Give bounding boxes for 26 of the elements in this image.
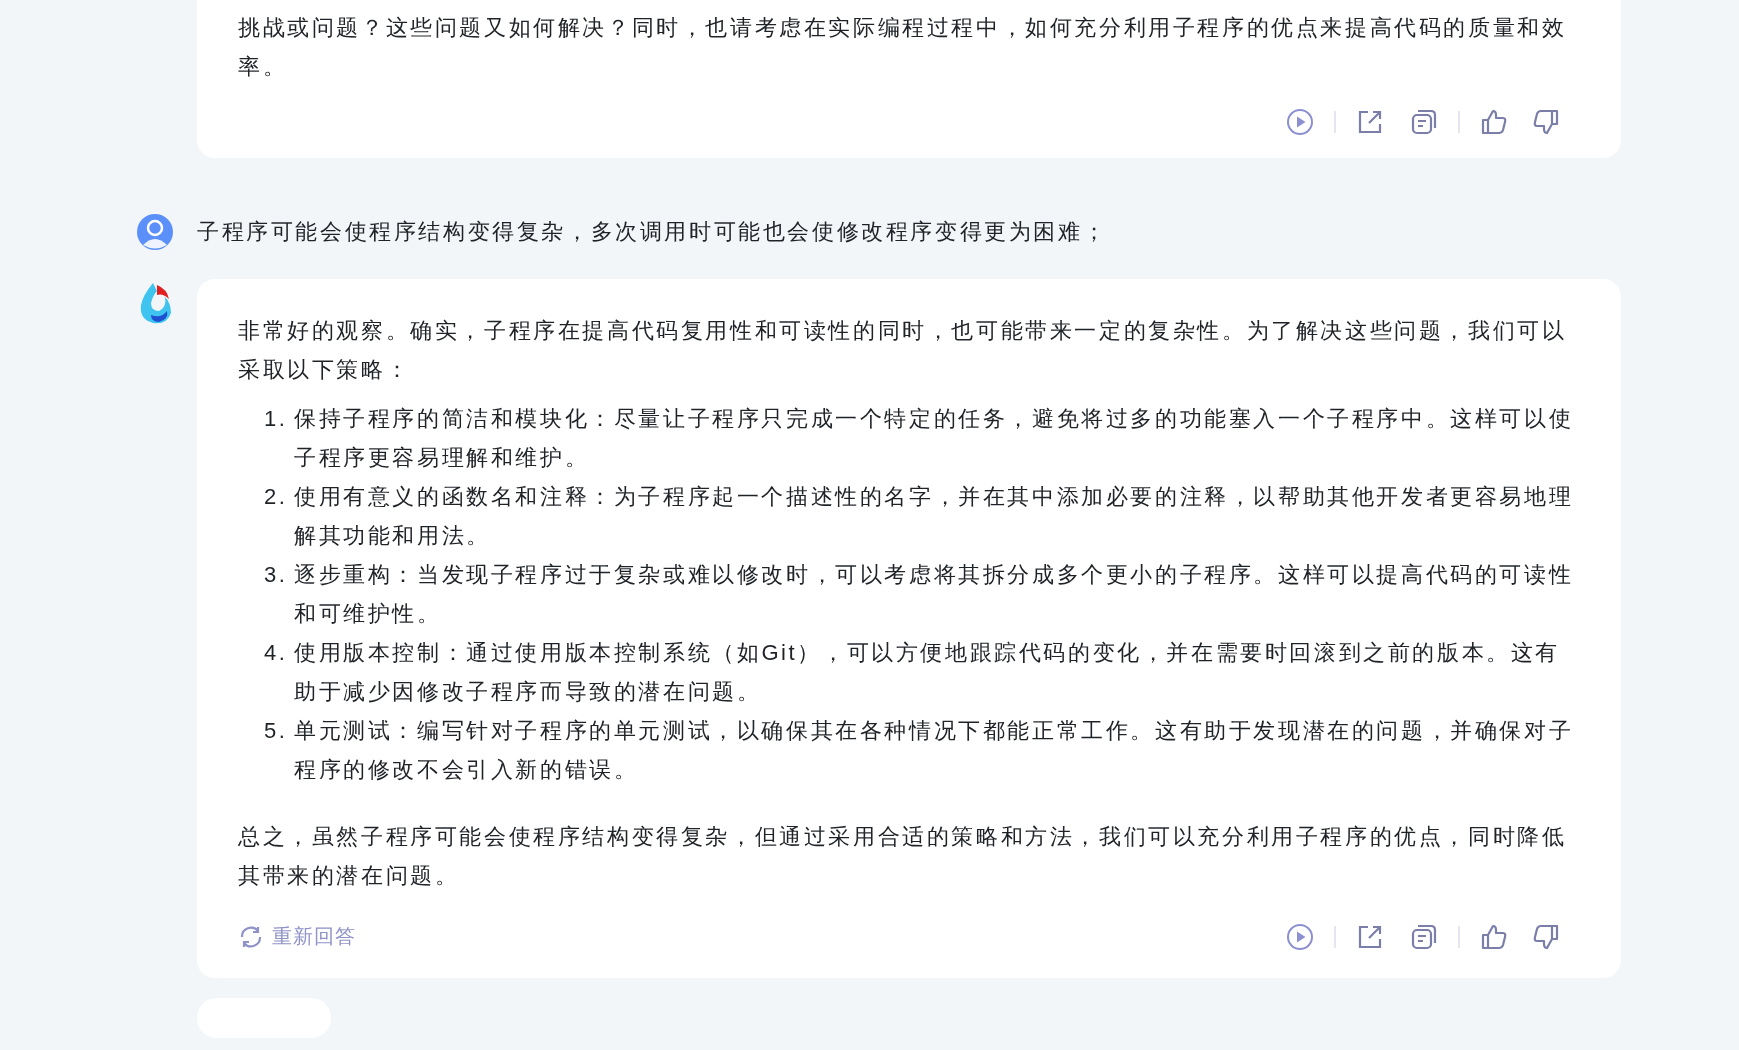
answer-paragraph: 挑战或问题？这些问题又如何解决？同时，也请考虑在实际编程过程中，如何充分利用子程序的优点来提高代码的质量和效率。: [238, 14, 1568, 81]
answer-paragraph: 总之，虽然子程序可能会使程序结构变得复杂，但通过采用合适的策略和方法，我们可以充分利用子程序的优点，同时降低其带来的潜在问题。: [238, 823, 1568, 890]
thumbs-down-icon[interactable]: [1532, 922, 1560, 951]
thumbs-up-icon[interactable]: [1480, 108, 1508, 136]
copy-icon[interactable]: [1410, 922, 1438, 951]
copy-icon[interactable]: [1410, 108, 1438, 136]
answer-paragraph: 非常好的观察。确实，子程序在提高代码复用性和可读性的同时，也可能带来一定的复杂性。为了解决这些问题，我们可以采取以下策略：: [238, 317, 1568, 384]
list-number: 3.: [264, 561, 289, 589]
play-icon[interactable]: [1286, 108, 1314, 136]
list-number: 5.: [264, 717, 289, 745]
refresh-icon: [238, 923, 264, 950]
list-item-text: 单元测试：编写针对子程序的单元测试，以确保其在各种情况下都能正常工作。这有助于发现潜在的问题，并确保对子程序的修改不会引入新的错误。: [294, 717, 1575, 784]
play-icon[interactable]: [1286, 922, 1314, 951]
list-number: 4.: [264, 639, 289, 667]
list-number: 2.: [264, 483, 289, 511]
share-icon[interactable]: [1356, 108, 1384, 136]
thumbs-up-icon[interactable]: [1480, 922, 1508, 951]
list-item-text: 使用有意义的函数名和注释：为子程序起一个描述性的名字，并在其中添加必要的注释，以帮助其他开发者更容易地理解其功能和用法。: [294, 483, 1575, 550]
thumbs-down-icon[interactable]: [1532, 108, 1560, 136]
user-avatar: [137, 214, 173, 250]
list-item-text: 使用版本控制：通过使用版本控制系统（如Git），可以方便地跟踪代码的变化，并在需要时回滚到之前的版本。这有助于减少因修改子程序而导致的潜在问题。: [294, 639, 1561, 706]
list-item-text: 保持子程序的简洁和模块化：尽量让子程序只完成一个特定的任务，避免将过多的功能塞入一个子程序中。这样可以使子程序更容易理解和维护。: [294, 405, 1575, 472]
user-message: 子程序可能会使程序结构变得复杂，多次调用时可能也会使修改程序变得更为困难；: [197, 218, 1108, 246]
list-item-text: 逐步重构：当发现子程序过于复杂或难以修改时，可以考虑将其拆分成多个更小的子程序。这样可以提高代码的可读性和可维护性。: [294, 561, 1575, 628]
list-number: 1.: [264, 405, 289, 433]
regenerate-button[interactable]: 重新回答: [238, 917, 356, 956]
